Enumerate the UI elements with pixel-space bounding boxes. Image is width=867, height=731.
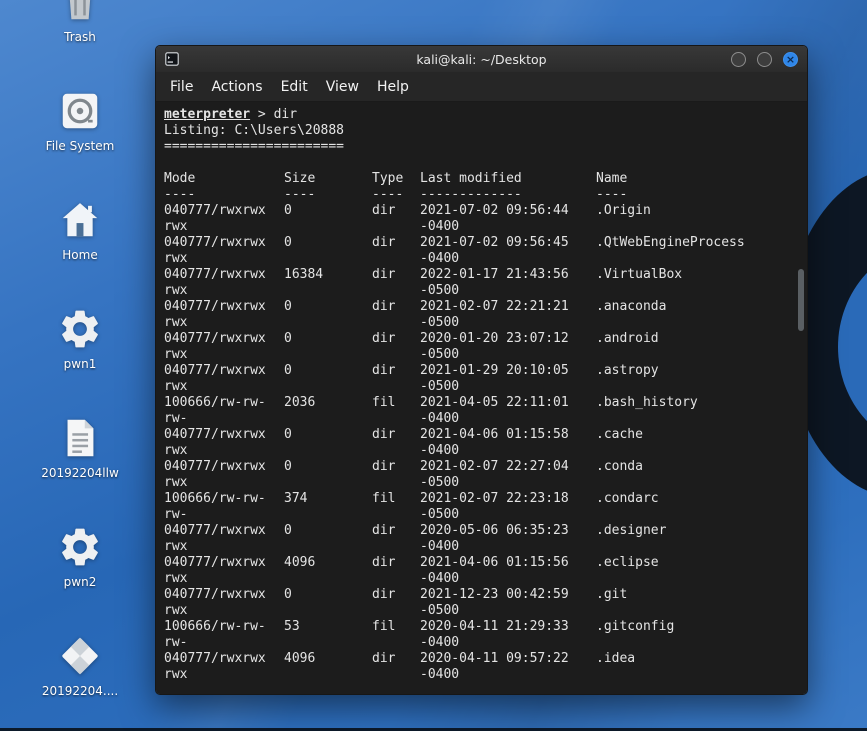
listing-row: 040777/rwxrwx rwx 0 dir 2021-04-06 01:15:5… (164, 427, 643, 458)
menu-item-edit[interactable]: Edit (272, 75, 317, 99)
listing-row: 040777/rwxrwx rwx 0 dir 2021-02-07 22:21:2… (164, 299, 667, 330)
column-header-last-modified: Last modified ------------- (420, 171, 522, 202)
listing-row: 040777/rwxrwx rwx 0 dir 2021-12-23 00:42:5… (164, 587, 628, 618)
prompt-command: > dir (250, 107, 298, 122)
gear-icon (56, 305, 104, 353)
desktop-icon-label: 20192204llw (41, 465, 119, 480)
desktop-icons: Trash File System Home pwn1 20192204llw pwn2 2… (28, 0, 132, 702)
close-button[interactable]: × (783, 51, 798, 67)
desktop-icon-label: pwn1 (63, 356, 97, 371)
column-header-type: Type ---- (372, 171, 404, 202)
listing-row: 040777/rwxrwx rwx 0 dir 2021-02-07 22:27:0… (164, 459, 643, 490)
desktop-icon-trash[interactable]: Trash (28, 0, 132, 48)
desktop-icon-label: File System (45, 138, 115, 153)
scrollbar-thumb[interactable] (798, 269, 804, 331)
listing-row: 040777/rwxrwx rwx 0 dir 2021-07-02 09:56:4… (164, 235, 745, 266)
terminal-window: kali@kali: ~/Desktop × File Actions Edit Vi… (155, 45, 808, 695)
drive-icon (56, 87, 104, 135)
desktop-icon-20192204[interactable]: 20192204.... (28, 593, 132, 702)
listing-row: 040777/rwxrwx rwx 0 dir 2021-01-29 20:10:0… (164, 363, 659, 394)
terminal-app-icon (165, 52, 179, 66)
meterpreter-prompt: meterpreter (164, 107, 251, 122)
listing-row: 040777/rwxrwx rwx 0 dir 2021-07-02 09:56:4… (164, 203, 651, 234)
menu-item-help[interactable]: Help (368, 75, 418, 99)
gear-icon (56, 523, 104, 571)
column-header-mode: Mode ---- (164, 171, 196, 202)
maximize-button[interactable] (757, 51, 772, 67)
menu-item-file[interactable]: File (161, 75, 202, 99)
listing-title: Listing: C:\Users\20888 (164, 123, 345, 138)
menu-item-view[interactable]: View (317, 75, 368, 99)
listing-header: Mode ---- Size ---- Type ---- Last modified ---… (164, 171, 793, 203)
desktop: { "window": { "title": "kali@kali: ~/Des… (0, 0, 867, 731)
package-icon (56, 632, 104, 680)
listing-row: 100666/rw-rw-rw- 374 fil 2021-02-07 22:23… (164, 491, 659, 522)
listing-row: 040777/rwxrwx rwx 4096 dir 2020-04-11 09:5… (164, 651, 636, 682)
listing-row: 040777/rwxrwx rwx 4096 dir 2021-04-06 01:1… (164, 555, 659, 586)
trash-icon (56, 0, 104, 26)
menu-item-actions[interactable]: Actions (202, 75, 271, 99)
terminal-content[interactable]: meterpreter > dir Listing: C:\Users\2088… (156, 102, 807, 694)
desktop-icon-pwn1[interactable]: pwn1 (28, 266, 132, 375)
column-header-size: Size ---- (284, 171, 316, 202)
desktop-icon-home[interactable]: Home (28, 157, 132, 266)
window-title: kali@kali: ~/Desktop (416, 51, 547, 67)
window-controls: × (731, 51, 798, 67)
document-icon (56, 414, 104, 462)
menu-bar: File Actions Edit View Help (156, 72, 807, 102)
listing-row: 100666/rw-rw-rw- 2036 fil 2021-04-05 22:1… (164, 395, 698, 426)
listing-rows: 040777/rwxrwx rwx 0 dir 2021-07-02 09:56:4… (164, 203, 793, 683)
minimize-button[interactable] (731, 51, 746, 67)
listing-row: 040777/rwxrwx rwx 0 dir 2020-05-06 06:35:2… (164, 523, 667, 554)
home-icon (56, 196, 104, 244)
desktop-icon-20192204llw[interactable]: 20192204llw (28, 375, 132, 484)
listing-row: 040777/rwxrwx rwx 16384 dir 2022-01-17 21:… (164, 267, 683, 298)
listing-rule: ======================= (164, 139, 345, 154)
listing-row: 100666/rw-rw-rw- 53 fil 2020-04-11 21:29:… (164, 619, 675, 650)
window-titlebar[interactable]: kali@kali: ~/Desktop × (156, 46, 807, 72)
prompt-line: meterpreter > dir (164, 107, 793, 123)
desktop-icon-label: Home (62, 247, 98, 262)
desktop-icon-label: pwn2 (63, 574, 97, 589)
desktop-icon-label: Trash (64, 29, 96, 44)
terminal-scrollbar[interactable] (796, 102, 807, 694)
listing-row: 040777/rwxrwx rwx 0 dir 2020-01-20 23:07:1… (164, 331, 659, 362)
desktop-icon-pwn2[interactable]: pwn2 (28, 484, 132, 593)
desktop-icon-label: 20192204.... (41, 683, 119, 698)
desktop-icon-file-system[interactable]: File System (28, 48, 132, 157)
column-header-name: Name ---- (596, 171, 628, 202)
